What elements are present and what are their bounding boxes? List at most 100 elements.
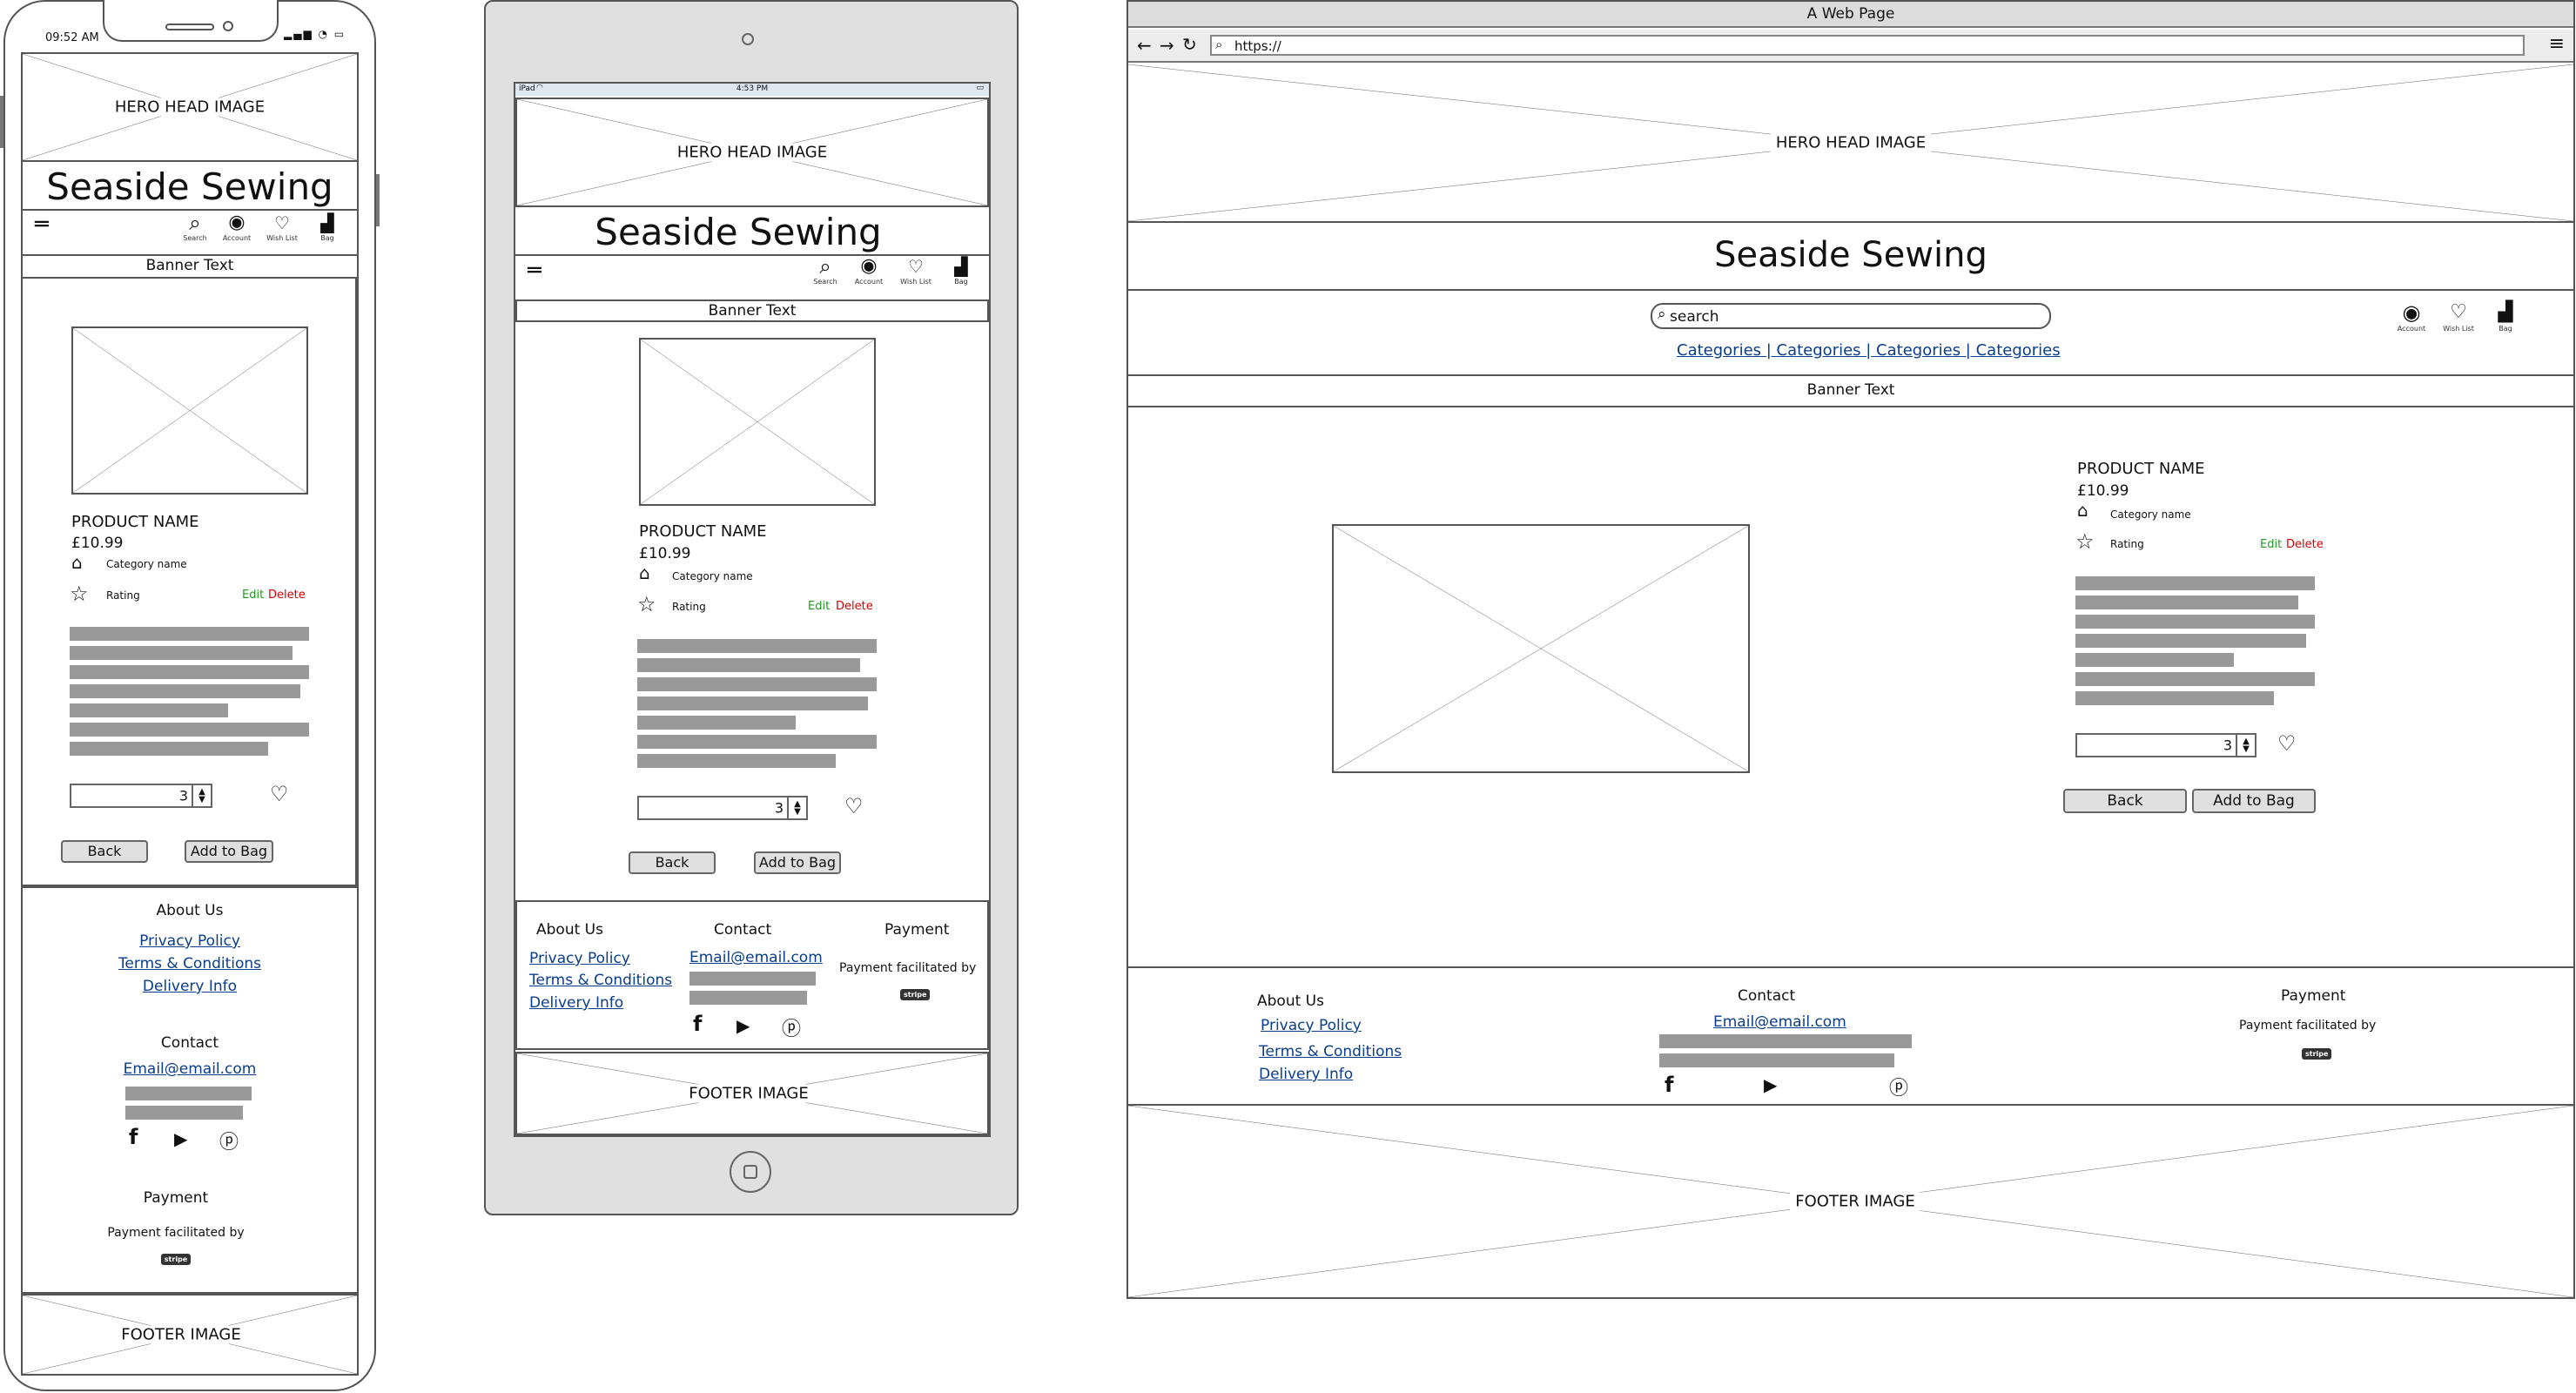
email-link[interactable]: Email@email.com — [689, 949, 823, 966]
search-input[interactable]: ⌕ search — [1651, 303, 2051, 329]
wishlist-caption: Wish List — [2443, 325, 2474, 333]
wishlist-nav[interactable]: ♡ Wish List — [2439, 301, 2478, 333]
add-to-bag-button[interactable]: Add to Bag — [2192, 789, 2316, 813]
terms-link[interactable]: Terms & Conditions — [21, 955, 359, 972]
battery-icon: ▭ — [976, 84, 984, 92]
product-image — [639, 338, 876, 506]
edit-link[interactable]: Edit — [2260, 538, 2282, 551]
divider — [1128, 289, 2573, 291]
delivery-info-link[interactable]: Delivery Info — [529, 994, 623, 1012]
search-icon: ⌕ — [189, 211, 201, 235]
spinner-arrows-icon[interactable]: ▲ ▼ — [787, 797, 806, 818]
hero-image: HERO HEAD IMAGE — [21, 52, 359, 162]
spinner-arrows-icon[interactable]: ▲ ▼ — [2236, 735, 2255, 756]
privacy-policy-link[interactable]: Privacy Policy — [1261, 1017, 1362, 1034]
search-placeholder: search — [1670, 308, 1719, 326]
spinner-arrows-icon[interactable]: ▲ ▼ — [192, 785, 211, 806]
description-line — [2075, 653, 2234, 667]
categories-nav[interactable]: Categories | Categories | Categories | C… — [1677, 341, 2061, 360]
browser-titlebar: A Web Page — [1128, 2, 2573, 28]
phone-notch — [103, 0, 279, 42]
youtube-icon[interactable]: ▶ — [174, 1128, 187, 1149]
reload-icon[interactable]: ↻ — [1182, 34, 1197, 55]
email-link[interactable]: Email@email.com — [21, 1060, 359, 1078]
pinterest-icon[interactable]: ⓟ — [782, 1013, 801, 1041]
search-nav[interactable]: ⌕ Search — [179, 212, 211, 242]
bag-icon: ▟ — [320, 212, 334, 233]
back-button[interactable]: Back — [629, 851, 716, 874]
add-to-wishlist-icon[interactable]: ♡ — [2277, 731, 2297, 756]
store-title: Seaside Sewing — [1714, 235, 1987, 275]
bag-caption: Bag — [320, 234, 334, 242]
add-to-bag-button[interactable]: Add to Bag — [754, 851, 841, 874]
hamburger-menu-icon[interactable]: ═ — [35, 212, 49, 238]
add-to-bag-button[interactable]: Add to Bag — [185, 840, 273, 863]
back-button[interactable]: Back — [2063, 789, 2187, 813]
product-name: PRODUCT NAME — [639, 522, 767, 541]
star-icon: ☆ — [70, 582, 89, 606]
youtube-icon[interactable]: ▶ — [736, 1015, 750, 1036]
bag-nav[interactable]: ▟ Bag — [2490, 301, 2521, 333]
quantity-stepper[interactable]: 3 ▲ ▼ — [70, 784, 212, 808]
divider — [1128, 406, 2573, 407]
account-icon: ◉ — [228, 212, 245, 233]
delivery-info-link[interactable]: Delivery Info — [1259, 1066, 1353, 1083]
delete-link[interactable]: Delete — [836, 600, 873, 613]
account-nav[interactable]: ◉ Account — [2394, 301, 2429, 333]
delete-link[interactable]: Delete — [268, 589, 306, 602]
product-price: £10.99 — [639, 545, 691, 562]
bag-nav[interactable]: ▟ Bag — [312, 212, 343, 242]
account-nav[interactable]: ◉ Account — [853, 256, 884, 286]
banner-text: Banner Text — [145, 257, 234, 274]
pinterest-icon[interactable]: ⓟ — [1889, 1073, 1908, 1100]
add-to-wishlist-icon[interactable]: ♡ — [270, 782, 289, 806]
stripe-logo: stripe — [2302, 1043, 2332, 1060]
browser-menu-icon[interactable]: ≡ — [2549, 33, 2565, 55]
phone-mockup: 09:52 AM ▂▄▆ ◔ ▭ HERO HEAD IMAGE Seaside… — [0, 0, 383, 1393]
bag-icon: ▟ — [954, 256, 968, 277]
terms-link[interactable]: Terms & Conditions — [529, 972, 672, 989]
description-line — [70, 627, 309, 641]
wishlist-nav[interactable]: ♡ Wish List — [898, 256, 933, 286]
payment-text: Payment facilitated by — [839, 961, 977, 975]
bag-nav[interactable]: ▟ Bag — [945, 256, 977, 286]
forward-arrow-icon[interactable]: → — [1160, 35, 1174, 56]
back-button[interactable]: Back — [61, 840, 148, 863]
search-nav[interactable]: ⌕ Search — [810, 256, 841, 286]
tablet-camera — [742, 33, 754, 45]
hamburger-menu-icon[interactable]: ═ — [528, 258, 541, 284]
back-arrow-icon[interactable]: ← — [1137, 35, 1152, 56]
description-line — [2075, 596, 2298, 609]
phone-status-time: 09:52 AM — [45, 31, 99, 44]
window-title: A Web Page — [1806, 5, 1895, 23]
wishlist-nav[interactable]: ♡ Wish List — [265, 212, 299, 242]
quantity-stepper[interactable]: 3 ▲ ▼ — [637, 796, 808, 820]
terms-link[interactable]: Terms & Conditions — [1259, 1043, 1402, 1060]
contact-line — [1659, 1034, 1912, 1048]
privacy-policy-link[interactable]: Privacy Policy — [21, 932, 359, 950]
pinterest-icon[interactable]: ⓟ — [219, 1127, 239, 1154]
edit-link[interactable]: Edit — [808, 600, 830, 613]
delete-link[interactable]: Delete — [2286, 538, 2324, 551]
contact-line — [689, 972, 816, 986]
description-line — [637, 639, 877, 653]
account-icon: ◉ — [2402, 300, 2421, 325]
heart-icon: ♡ — [274, 212, 290, 233]
tablet-home-button[interactable] — [730, 1151, 771, 1193]
email-link[interactable]: Email@email.com — [1713, 1013, 1846, 1031]
privacy-policy-link[interactable]: Privacy Policy — [529, 950, 630, 967]
quantity-stepper[interactable]: 3 ▲ ▼ — [2075, 733, 2257, 757]
account-icon: ◉ — [860, 255, 878, 277]
address-bar[interactable]: ⌕ https:// — [1210, 35, 2525, 56]
facebook-icon[interactable]: f — [693, 1012, 702, 1036]
tag-icon: ⌂ — [639, 562, 650, 583]
facebook-icon[interactable]: f — [129, 1125, 138, 1149]
account-nav[interactable]: ◉ Account — [221, 212, 252, 243]
add-to-wishlist-icon[interactable]: ♡ — [844, 794, 864, 818]
youtube-icon[interactable]: ▶ — [1764, 1074, 1777, 1095]
facebook-icon[interactable]: f — [1665, 1073, 1673, 1097]
edit-link[interactable]: Edit — [242, 589, 264, 602]
description-line — [637, 716, 796, 730]
delivery-info-link[interactable]: Delivery Info — [21, 978, 359, 995]
description-line — [2075, 615, 2315, 629]
